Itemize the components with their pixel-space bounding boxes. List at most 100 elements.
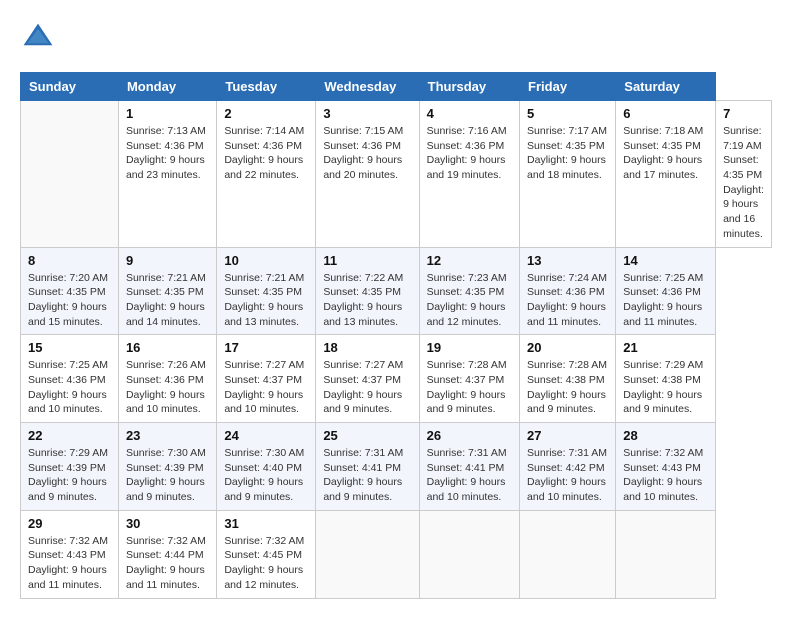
calendar-cell: 4 Sunrise: 7:16 AM Sunset: 4:36 PM Daylig… xyxy=(419,101,519,248)
calendar-cell: 3 Sunrise: 7:15 AM Sunset: 4:36 PM Daylig… xyxy=(316,101,419,248)
day-info: Sunrise: 7:31 AM Sunset: 4:41 PM Dayligh… xyxy=(427,446,512,505)
day-number: 5 xyxy=(527,106,608,121)
day-info: Sunrise: 7:32 AM Sunset: 4:44 PM Dayligh… xyxy=(126,534,209,593)
day-number: 23 xyxy=(126,428,209,443)
day-number: 22 xyxy=(28,428,111,443)
day-number: 6 xyxy=(623,106,708,121)
day-info: Sunrise: 7:25 AM Sunset: 4:36 PM Dayligh… xyxy=(28,358,111,417)
calendar-cell: 11 Sunrise: 7:22 AM Sunset: 4:35 PM Dayli… xyxy=(316,247,419,335)
day-info: Sunrise: 7:23 AM Sunset: 4:35 PM Dayligh… xyxy=(427,271,512,330)
calendar-cell: 5 Sunrise: 7:17 AM Sunset: 4:35 PM Daylig… xyxy=(520,101,616,248)
calendar-cell: 18 Sunrise: 7:27 AM Sunset: 4:37 PM Dayli… xyxy=(316,335,419,423)
day-info: Sunrise: 7:14 AM Sunset: 4:36 PM Dayligh… xyxy=(224,124,308,183)
day-number: 16 xyxy=(126,340,209,355)
day-number: 28 xyxy=(623,428,708,443)
calendar-header-tuesday: Tuesday xyxy=(217,73,316,101)
calendar-cell: 9 Sunrise: 7:21 AM Sunset: 4:35 PM Daylig… xyxy=(118,247,216,335)
calendar-header-saturday: Saturday xyxy=(616,73,716,101)
calendar-cell: 22 Sunrise: 7:29 AM Sunset: 4:39 PM Dayli… xyxy=(21,423,119,511)
calendar-cell xyxy=(520,510,616,598)
day-number: 25 xyxy=(323,428,411,443)
day-number: 12 xyxy=(427,253,512,268)
page-header xyxy=(20,20,772,56)
day-info: Sunrise: 7:16 AM Sunset: 4:36 PM Dayligh… xyxy=(427,124,512,183)
day-number: 26 xyxy=(427,428,512,443)
day-info: Sunrise: 7:30 AM Sunset: 4:39 PM Dayligh… xyxy=(126,446,209,505)
calendar-header-sunday: Sunday xyxy=(21,73,119,101)
calendar-cell: 17 Sunrise: 7:27 AM Sunset: 4:37 PM Dayli… xyxy=(217,335,316,423)
calendar-cell xyxy=(21,101,119,248)
day-info: Sunrise: 7:29 AM Sunset: 4:39 PM Dayligh… xyxy=(28,446,111,505)
calendar-header-thursday: Thursday xyxy=(419,73,519,101)
calendar-cell: 13 Sunrise: 7:24 AM Sunset: 4:36 PM Dayli… xyxy=(520,247,616,335)
calendar-cell: 10Sunrise: 7:21 AM Sunset: 4:35 PM Dayli… xyxy=(217,247,316,335)
calendar-week-row: 22 Sunrise: 7:29 AM Sunset: 4:39 PM Dayli… xyxy=(21,423,772,511)
calendar-cell: 20Sunrise: 7:28 AM Sunset: 4:38 PM Dayli… xyxy=(520,335,616,423)
calendar-cell xyxy=(616,510,716,598)
calendar-cell: 26 Sunrise: 7:31 AM Sunset: 4:41 PM Dayli… xyxy=(419,423,519,511)
logo xyxy=(20,20,62,56)
calendar-cell: 16 Sunrise: 7:26 AM Sunset: 4:36 PM Dayli… xyxy=(118,335,216,423)
day-info: Sunrise: 7:15 AM Sunset: 4:36 PM Dayligh… xyxy=(323,124,411,183)
day-number: 19 xyxy=(427,340,512,355)
day-number: 29 xyxy=(28,516,111,531)
day-number: 27 xyxy=(527,428,608,443)
calendar-cell: 15 Sunrise: 7:25 AM Sunset: 4:36 PM Dayli… xyxy=(21,335,119,423)
calendar-cell: 1Sunrise: 7:13 AM Sunset: 4:36 PM Daylig… xyxy=(118,101,216,248)
day-info: Sunrise: 7:24 AM Sunset: 4:36 PM Dayligh… xyxy=(527,271,608,330)
day-number: 30 xyxy=(126,516,209,531)
day-info: Sunrise: 7:32 AM Sunset: 4:43 PM Dayligh… xyxy=(623,446,708,505)
calendar-cell: 14 Sunrise: 7:25 AM Sunset: 4:36 PM Dayli… xyxy=(616,247,716,335)
day-info: Sunrise: 7:27 AM Sunset: 4:37 PM Dayligh… xyxy=(224,358,308,417)
day-info: Sunrise: 7:32 AM Sunset: 4:45 PM Dayligh… xyxy=(224,534,308,593)
day-number: 17 xyxy=(224,340,308,355)
day-info: Sunrise: 7:31 AM Sunset: 4:41 PM Dayligh… xyxy=(323,446,411,505)
calendar-cell: 28 Sunrise: 7:32 AM Sunset: 4:43 PM Dayli… xyxy=(616,423,716,511)
calendar-week-row: 8Sunrise: 7:20 AM Sunset: 4:35 PM Daylig… xyxy=(21,247,772,335)
day-info: Sunrise: 7:27 AM Sunset: 4:37 PM Dayligh… xyxy=(323,358,411,417)
calendar-cell: 12 Sunrise: 7:23 AM Sunset: 4:35 PM Dayli… xyxy=(419,247,519,335)
day-info: Sunrise: 7:22 AM Sunset: 4:35 PM Dayligh… xyxy=(323,271,411,330)
calendar-cell: 25 Sunrise: 7:31 AM Sunset: 4:41 PM Dayli… xyxy=(316,423,419,511)
day-number: 15 xyxy=(28,340,111,355)
calendar-week-row: 1Sunrise: 7:13 AM Sunset: 4:36 PM Daylig… xyxy=(21,101,772,248)
day-info: Sunrise: 7:28 AM Sunset: 4:38 PM Dayligh… xyxy=(527,358,608,417)
day-number: 13 xyxy=(527,253,608,268)
calendar-cell: 7 Sunrise: 7:19 AM Sunset: 4:35 PM Daylig… xyxy=(716,101,772,248)
day-number: 11 xyxy=(323,253,411,268)
day-info: Sunrise: 7:13 AM Sunset: 4:36 PM Dayligh… xyxy=(126,124,209,183)
calendar-cell: 31 Sunrise: 7:32 AM Sunset: 4:45 PM Dayli… xyxy=(217,510,316,598)
day-number: 2 xyxy=(224,106,308,121)
calendar-header-wednesday: Wednesday xyxy=(316,73,419,101)
day-number: 8 xyxy=(28,253,111,268)
day-number: 31 xyxy=(224,516,308,531)
calendar-cell: 24 Sunrise: 7:30 AM Sunset: 4:40 PM Dayli… xyxy=(217,423,316,511)
calendar-cell: 6 Sunrise: 7:18 AM Sunset: 4:35 PM Daylig… xyxy=(616,101,716,248)
calendar-cell xyxy=(316,510,419,598)
day-number: 9 xyxy=(126,253,209,268)
logo-icon xyxy=(20,20,56,56)
calendar-cell: 19Sunrise: 7:28 AM Sunset: 4:37 PM Dayli… xyxy=(419,335,519,423)
calendar-table: SundayMondayTuesdayWednesdayThursdayFrid… xyxy=(20,72,772,599)
day-number: 21 xyxy=(623,340,708,355)
day-info: Sunrise: 7:19 AM Sunset: 4:35 PM Dayligh… xyxy=(723,124,764,242)
calendar-cell xyxy=(419,510,519,598)
day-info: Sunrise: 7:26 AM Sunset: 4:36 PM Dayligh… xyxy=(126,358,209,417)
day-number: 4 xyxy=(427,106,512,121)
day-info: Sunrise: 7:17 AM Sunset: 4:35 PM Dayligh… xyxy=(527,124,608,183)
day-info: Sunrise: 7:32 AM Sunset: 4:43 PM Dayligh… xyxy=(28,534,111,593)
calendar-cell: 8Sunrise: 7:20 AM Sunset: 4:35 PM Daylig… xyxy=(21,247,119,335)
day-info: Sunrise: 7:29 AM Sunset: 4:38 PM Dayligh… xyxy=(623,358,708,417)
day-number: 18 xyxy=(323,340,411,355)
day-info: Sunrise: 7:30 AM Sunset: 4:40 PM Dayligh… xyxy=(224,446,308,505)
day-number: 7 xyxy=(723,106,764,121)
day-info: Sunrise: 7:21 AM Sunset: 4:35 PM Dayligh… xyxy=(126,271,209,330)
day-number: 24 xyxy=(224,428,308,443)
day-info: Sunrise: 7:25 AM Sunset: 4:36 PM Dayligh… xyxy=(623,271,708,330)
calendar-cell: 21 Sunrise: 7:29 AM Sunset: 4:38 PM Dayli… xyxy=(616,335,716,423)
day-info: Sunrise: 7:18 AM Sunset: 4:35 PM Dayligh… xyxy=(623,124,708,183)
calendar-cell: 2 Sunrise: 7:14 AM Sunset: 4:36 PM Daylig… xyxy=(217,101,316,248)
day-number: 3 xyxy=(323,106,411,121)
day-number: 14 xyxy=(623,253,708,268)
calendar-week-row: 15 Sunrise: 7:25 AM Sunset: 4:36 PM Dayli… xyxy=(21,335,772,423)
